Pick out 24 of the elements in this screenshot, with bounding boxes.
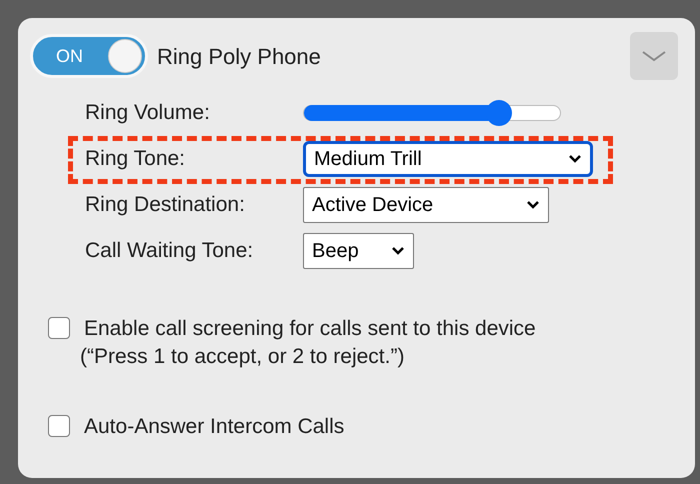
toggle-label: ON (55, 44, 84, 68)
chevron-down-icon (391, 246, 405, 256)
setting-label: Ring Destination: (85, 192, 246, 218)
dropdown-select[interactable]: Active Device (303, 187, 549, 223)
checkbox-label: Auto-Answer Intercom Calls (84, 414, 344, 440)
checkbox-label: Enable call screening for calls sent to this device (84, 316, 536, 342)
chevron-down-icon (641, 50, 667, 62)
volume-slider[interactable] (303, 100, 561, 126)
checkbox[interactable] (48, 415, 70, 437)
select-value: Active Device (312, 193, 434, 218)
chevron-down-icon (526, 200, 540, 210)
select-value: Medium Trill (314, 147, 422, 172)
chevron-down-icon (568, 154, 582, 164)
setting-label: Ring Tone: (85, 146, 186, 172)
dropdown-select[interactable]: Medium Trill (303, 141, 593, 177)
setting-label: Ring Volume: (85, 100, 211, 126)
checkbox[interactable] (48, 317, 70, 339)
checkbox-note: (“Press 1 to accept, or 2 to reject.”) (80, 344, 406, 370)
panel-title: Ring Poly Phone (157, 42, 321, 71)
slider-thumb[interactable] (486, 100, 512, 126)
toggle-knob (108, 39, 142, 73)
select-value: Beep (312, 239, 359, 264)
setting-label: Call Waiting Tone: (85, 238, 254, 264)
dropdown-select[interactable]: Beep (303, 233, 414, 269)
